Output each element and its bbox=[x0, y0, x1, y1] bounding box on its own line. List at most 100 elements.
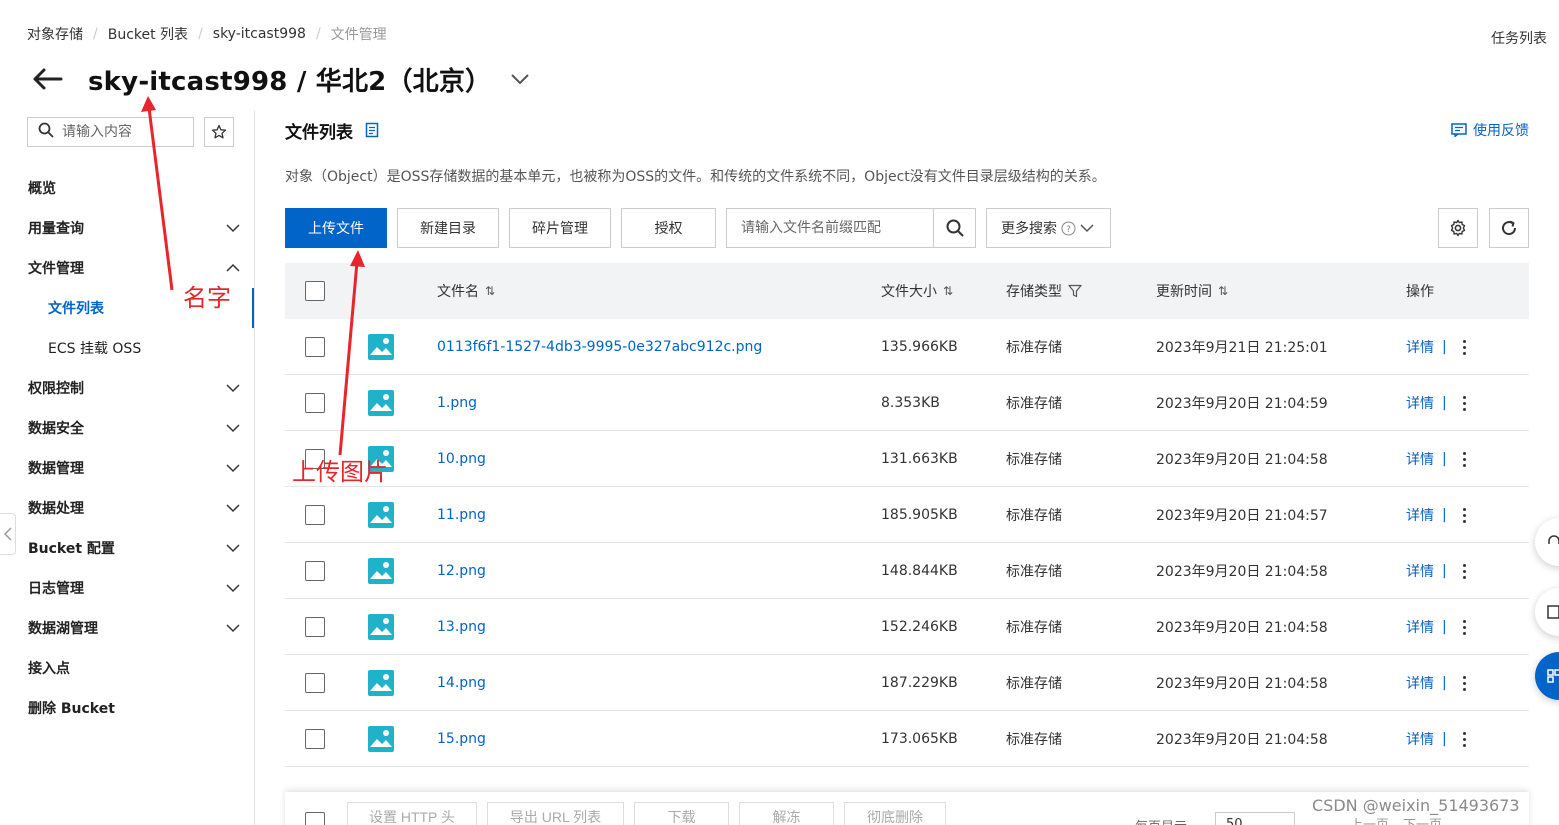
fragment-management-button[interactable]: 碎片管理 bbox=[509, 208, 611, 248]
more-actions-icon[interactable] bbox=[1462, 507, 1466, 523]
sidebar-item[interactable]: ECS 挂载 OSS bbox=[0, 328, 254, 368]
float-button-support[interactable] bbox=[1535, 518, 1559, 566]
column-header-size[interactable]: 文件大小 ⇅ bbox=[881, 263, 953, 319]
authorize-button[interactable]: 授权 bbox=[621, 208, 716, 248]
select-all-checkbox[interactable] bbox=[305, 281, 325, 301]
file-name-link[interactable]: 12.png bbox=[437, 563, 486, 579]
sort-icon[interactable]: ⇅ bbox=[485, 284, 495, 298]
sidebar-item[interactable]: 数据管理 bbox=[0, 448, 254, 488]
back-arrow-icon[interactable] bbox=[30, 62, 64, 96]
more-search-dropdown[interactable]: 更多搜索 ? bbox=[986, 208, 1111, 248]
more-actions-icon[interactable] bbox=[1462, 619, 1466, 635]
row-checkbox[interactable] bbox=[305, 617, 325, 637]
filter-icon[interactable] bbox=[1068, 284, 1082, 298]
details-link[interactable]: 详情 bbox=[1406, 729, 1434, 749]
new-directory-button[interactable]: 新建目录 bbox=[397, 208, 499, 248]
file-name-link[interactable]: 15.png bbox=[437, 731, 486, 747]
chevron-down-icon bbox=[226, 544, 240, 553]
row-checkbox[interactable] bbox=[305, 393, 325, 413]
more-actions-icon[interactable] bbox=[1462, 339, 1466, 355]
file-name-link[interactable]: 11.png bbox=[437, 507, 486, 523]
file-search-input[interactable] bbox=[727, 209, 933, 247]
sidebar-item[interactable]: 数据处理 bbox=[0, 488, 254, 528]
more-actions-icon[interactable] bbox=[1462, 395, 1466, 411]
float-button-notes[interactable] bbox=[1535, 588, 1559, 636]
unfreeze-button[interactable]: 解冻 bbox=[739, 802, 834, 825]
details-link[interactable]: 详情 bbox=[1406, 449, 1434, 469]
more-actions-icon[interactable] bbox=[1462, 451, 1466, 467]
details-link[interactable]: 详情 bbox=[1406, 393, 1434, 413]
set-http-header-button[interactable]: 设置 HTTP 头 bbox=[347, 802, 477, 825]
prev-page-button[interactable]: 上一页 bbox=[1350, 814, 1389, 825]
more-actions-icon[interactable] bbox=[1462, 563, 1466, 579]
sidebar-item[interactable]: 删除 Bucket bbox=[0, 688, 254, 728]
file-name-link[interactable]: 13.png bbox=[437, 619, 486, 635]
sidebar-item[interactable]: 日志管理 bbox=[0, 568, 254, 608]
feedback-link[interactable]: 使用反馈 bbox=[1451, 120, 1529, 140]
sidebar-search[interactable] bbox=[27, 117, 194, 147]
details-link[interactable]: 详情 bbox=[1406, 617, 1434, 637]
row-checkbox[interactable] bbox=[305, 561, 325, 581]
updated-time-cell: 2023年9月20日 21:04:58 bbox=[1156, 564, 1328, 580]
file-search bbox=[726, 208, 976, 248]
sidebar: 概览用量查询文件管理文件列表 ECS 挂载 OSS 权限控制数据安全数据管理数据处理… bbox=[0, 110, 255, 825]
row-checkbox[interactable] bbox=[305, 337, 325, 357]
sidebar-collapse-toggle[interactable] bbox=[0, 513, 16, 555]
details-link[interactable]: 详情 bbox=[1406, 561, 1434, 581]
chevron-down-icon[interactable] bbox=[507, 66, 533, 92]
sidebar-item[interactable]: 用量查询 bbox=[0, 208, 254, 248]
export-url-button[interactable]: 导出 URL 列表 bbox=[487, 802, 624, 825]
file-name-link[interactable]: 10.png bbox=[437, 451, 486, 467]
column-header-updated[interactable]: 更新时间 ⇅ bbox=[1156, 263, 1228, 319]
action-cell: 详情 | bbox=[1406, 599, 1466, 655]
breadcrumb-item-bucket-list[interactable]: Bucket 列表 bbox=[108, 24, 188, 44]
details-link[interactable]: 详情 bbox=[1406, 505, 1434, 525]
sidebar-item[interactable]: 权限控制 bbox=[0, 368, 254, 408]
task-list-link[interactable]: 任务列表 bbox=[1491, 28, 1547, 48]
storage-type-cell: 标准存储 bbox=[1006, 340, 1062, 356]
breadcrumb-item-bucket[interactable]: sky-itcast998 bbox=[213, 26, 306, 42]
file-name-link[interactable]: 14.png bbox=[437, 675, 486, 691]
sidebar-item[interactable]: 数据安全 bbox=[0, 408, 254, 448]
permanent-delete-button[interactable]: 彻底删除 bbox=[844, 802, 946, 825]
sidebar-item[interactable]: 数据湖管理 bbox=[0, 608, 254, 648]
float-button-apps[interactable] bbox=[1535, 652, 1559, 700]
settings-button[interactable] bbox=[1438, 208, 1478, 248]
file-name-link[interactable]: 1.png bbox=[437, 395, 477, 411]
upload-file-button[interactable]: 上传文件 bbox=[285, 208, 387, 248]
sidebar-search-input[interactable] bbox=[62, 124, 182, 140]
feedback-label: 使用反馈 bbox=[1473, 123, 1529, 139]
storage-type-cell: 标准存储 bbox=[1006, 620, 1062, 636]
sidebar-item-label: 删除 Bucket bbox=[28, 701, 115, 717]
row-checkbox[interactable] bbox=[305, 505, 325, 525]
next-page-button[interactable]: 下一页 bbox=[1403, 814, 1442, 825]
sort-icon[interactable]: ⇅ bbox=[1218, 284, 1228, 298]
row-checkbox[interactable] bbox=[305, 729, 325, 749]
image-file-icon bbox=[367, 319, 395, 375]
details-link[interactable]: 详情 bbox=[1406, 337, 1434, 357]
column-header-name[interactable]: 文件名 ⇅ bbox=[437, 263, 495, 319]
refresh-button[interactable] bbox=[1489, 208, 1529, 248]
column-header-storage[interactable]: 存储类型 bbox=[1006, 263, 1082, 319]
download-button[interactable]: 下载 bbox=[634, 802, 729, 825]
sort-icon[interactable]: ⇅ bbox=[943, 284, 953, 298]
per-page-select[interactable]: 50 bbox=[1215, 812, 1295, 825]
search-button[interactable] bbox=[933, 209, 975, 247]
sidebar-item[interactable]: 接入点 bbox=[0, 648, 254, 688]
more-search-label: 更多搜索 bbox=[1001, 221, 1057, 237]
sidebar-item[interactable]: Bucket 配置 bbox=[0, 528, 254, 568]
favorite-star-button[interactable] bbox=[204, 117, 234, 147]
more-actions-icon[interactable] bbox=[1462, 731, 1466, 747]
file-name-cell: 11.png bbox=[437, 487, 486, 543]
more-actions-icon[interactable] bbox=[1462, 675, 1466, 691]
table-row: 11.png 185.905KB 标准存储 2023年9月20日 21:04:57 详情… bbox=[285, 487, 1529, 543]
sidebar-item-label: 概览 bbox=[28, 181, 56, 197]
document-icon[interactable] bbox=[365, 122, 381, 138]
sidebar-item[interactable]: 概览 bbox=[0, 168, 254, 208]
breadcrumb-item-oss[interactable]: 对象存储 bbox=[27, 24, 83, 44]
details-link[interactable]: 详情 bbox=[1406, 673, 1434, 693]
row-checkbox[interactable] bbox=[305, 673, 325, 693]
file-name-link[interactable]: 0113f6f1-1527-4db3-9995-0e327abc912c.png bbox=[437, 339, 762, 355]
breadcrumb-separator: / bbox=[93, 26, 98, 42]
bulk-select-checkbox[interactable] bbox=[305, 812, 325, 825]
